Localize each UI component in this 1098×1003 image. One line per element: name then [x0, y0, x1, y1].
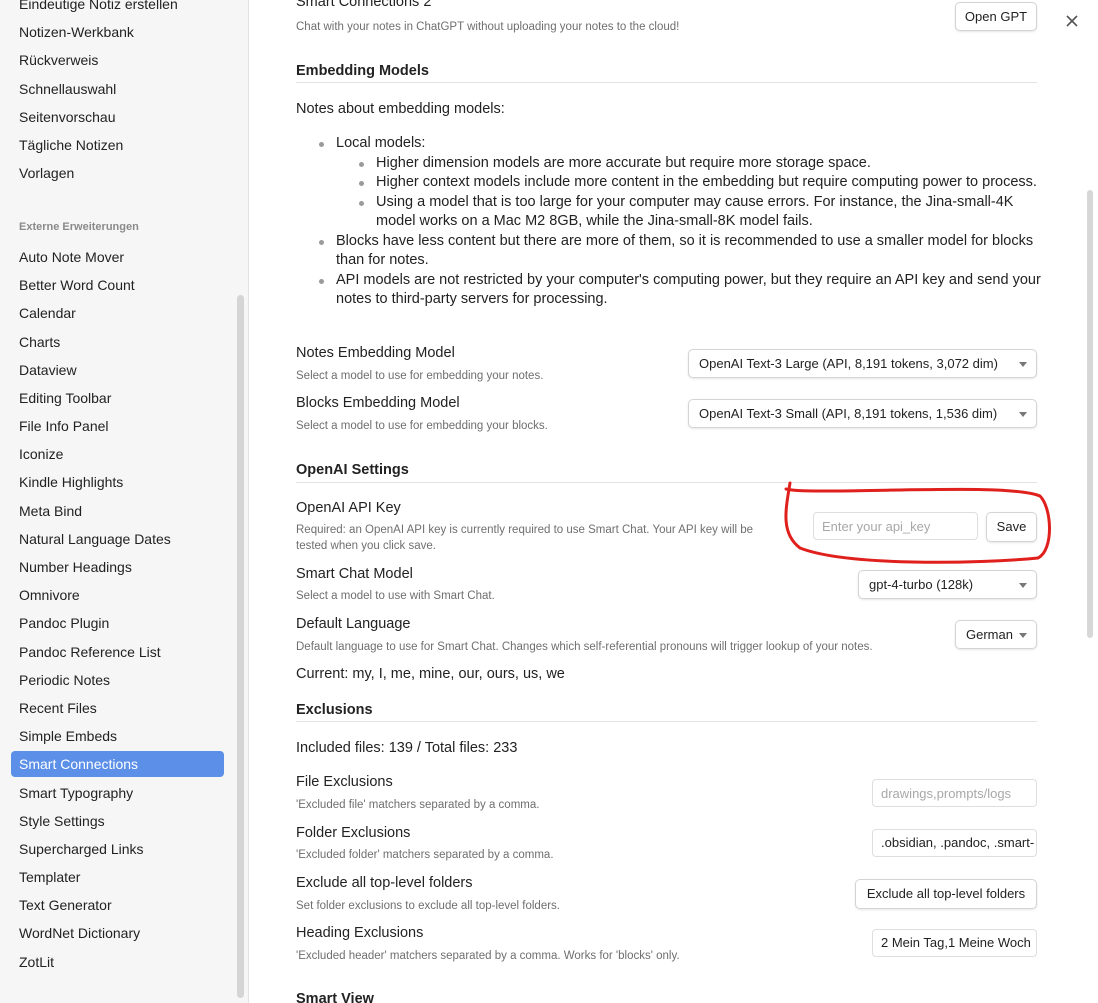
chevron-down-icon — [1019, 361, 1027, 367]
setting-desc-heading-exclusions: 'Excluded header' matchers separated by … — [296, 950, 680, 962]
embedding-notes-list: Local models: Higher dimension models ar… — [296, 134, 1041, 310]
list-item: Blocks have less content but there are m… — [296, 232, 1041, 271]
sidebar-item-periodic-notes[interactable]: Periodic Notes — [11, 667, 224, 693]
sidebar-item-simple-embeds[interactable]: Simple Embeds — [11, 723, 224, 749]
sidebar-item-taegliche-notizen[interactable]: Tägliche Notizen — [11, 132, 224, 158]
settings-sidebar: Eindeutige Notiz erstellen Notizen-Werkb… — [0, 0, 249, 1003]
folder-exclusions-input[interactable]: .obsidian, .pandoc, .smart- — [872, 829, 1037, 857]
chevron-down-icon — [1019, 632, 1027, 638]
divider — [296, 82, 1037, 83]
file-exclusions-input[interactable] — [872, 779, 1037, 807]
list-item: Local models: Higher dimension models ar… — [296, 134, 1041, 232]
sidebar-item-zotlit[interactable]: ZotLit — [11, 949, 224, 975]
heading-openai-settings: OpenAI Settings — [296, 462, 409, 478]
dropdown-value: German — [966, 627, 1013, 642]
red-annotation-circle — [784, 481, 1051, 564]
list-item-text: Higher dimension models are more accurat… — [376, 154, 871, 171]
sidebar-item-calendar[interactable]: Calendar — [11, 300, 224, 326]
current-pronouns-text: Current: my, I, me, mine, our, ours, us,… — [296, 666, 565, 682]
heading-exclusions: Exclusions — [296, 702, 373, 718]
setting-desc-blocks-embedding-model: Select a model to use for embedding your… — [296, 420, 548, 432]
list-item-text: API models are not restricted by your co… — [336, 271, 1041, 308]
setting-desc-default-language: Default language to use for Smart Chat. … — [296, 641, 873, 653]
list-item: API models are not restricted by your co… — [296, 271, 1041, 310]
list-item: Higher context models include more conte… — [336, 173, 1041, 193]
list-item-text: Blocks have less content but there are m… — [336, 232, 1034, 269]
setting-name-heading-exclusions: Heading Exclusions — [296, 925, 424, 941]
setting-name-blocks-embedding-model: Blocks Embedding Model — [296, 395, 460, 411]
list-item-text: Using a model that is too large for your… — [376, 193, 1014, 230]
list-item-text: Local models: — [336, 135, 426, 151]
embedding-notes-intro: Notes about embedding models: — [296, 101, 505, 117]
included-files-count: Included files: 139 / Total files: 233 — [296, 740, 518, 756]
heading-embedding-models: Embedding Models — [296, 63, 429, 79]
sidebar-item-vorlagen[interactable]: Vorlagen — [11, 160, 224, 186]
sidebar-item-templater[interactable]: Templater — [11, 864, 224, 890]
chevron-down-icon — [1019, 411, 1027, 417]
dropdown-value: OpenAI Text-3 Large (API, 8,191 tokens, … — [699, 356, 998, 371]
divider — [296, 721, 1037, 722]
setting-desc-file-exclusions: 'Excluded file' matchers separated by a … — [296, 799, 540, 811]
sidebar-item-style-settings[interactable]: Style Settings — [11, 808, 224, 834]
setting-name-smart-chat-model: Smart Chat Model — [296, 566, 413, 582]
sidebar-item-iconize[interactable]: Iconize — [11, 441, 224, 467]
smart-chat-model-dropdown[interactable]: gpt-4-turbo (128k) — [858, 570, 1037, 599]
blocks-embedding-model-dropdown[interactable]: OpenAI Text-3 Small (API, 8,191 tokens, … — [688, 399, 1037, 428]
sidebar-item-supercharged-links[interactable]: Supercharged Links — [11, 836, 224, 862]
chevron-down-icon — [1019, 582, 1027, 588]
sidebar-item-pandoc-plugin[interactable]: Pandoc Plugin — [11, 610, 224, 636]
sidebar-item-dataview[interactable]: Dataview — [11, 357, 224, 383]
default-language-dropdown[interactable]: German — [955, 620, 1037, 649]
sidebar-item-eindeutige-notiz[interactable]: Eindeutige Notiz erstellen — [11, 0, 224, 17]
setting-desc-folder-exclusions: 'Excluded folder' matchers separated by … — [296, 849, 554, 861]
sidebar-item-number-headings[interactable]: Number Headings — [11, 554, 224, 580]
sidebar-item-editing-toolbar[interactable]: Editing Toolbar — [11, 385, 224, 411]
content-scrollbar[interactable] — [1087, 190, 1093, 638]
sidebar-item-smart-typography[interactable]: Smart Typography — [11, 780, 224, 806]
setting-desc-smart-chat-model: Select a model to use with Smart Chat. — [296, 590, 495, 602]
sidebar-item-kindle-highlights[interactable]: Kindle Highlights — [11, 469, 224, 495]
sidebar-item-meta-bind[interactable]: Meta Bind — [11, 498, 224, 524]
list-item: Using a model that is too large for your… — [336, 193, 1041, 232]
list-item-text: Higher context models include more conte… — [376, 174, 1037, 190]
open-gpt-button[interactable]: Open GPT — [955, 2, 1037, 31]
setting-name-default-language: Default Language — [296, 616, 411, 632]
sidebar-item-auto-note-mover[interactable]: Auto Note Mover — [11, 244, 224, 270]
sidebar-item-better-word-count[interactable]: Better Word Count — [11, 272, 224, 298]
heading-smart-view: Smart View — [296, 991, 374, 1003]
sidebar-group-title: Externe Erweiterungen — [19, 221, 139, 233]
sidebar-item-wordnet-dictionary[interactable]: WordNet Dictionary — [11, 920, 224, 946]
setting-desc-exclude-top-level: Set folder exclusions to exclude all top… — [296, 900, 561, 912]
sidebar-item-file-info-panel[interactable]: File Info Panel — [11, 413, 224, 439]
sidebar-item-smart-connections[interactable]: Smart Connections — [11, 751, 224, 777]
sidebar-item-natural-language-dates[interactable]: Natural Language Dates — [11, 526, 224, 552]
setting-name-notes-embedding-model: Notes Embedding Model — [296, 345, 455, 361]
sidebar-scrollbar[interactable] — [237, 295, 244, 998]
notes-embedding-model-dropdown[interactable]: OpenAI Text-3 Large (API, 8,191 tokens, … — [688, 349, 1037, 378]
sidebar-item-rueckverweis[interactable]: Rückverweis — [11, 47, 224, 73]
setting-name-exclude-top-level: Exclude all top-level folders — [296, 875, 473, 891]
setting-desc-openai-api-key: Required: an OpenAI API key is currently… — [296, 524, 754, 552]
sidebar-item-seitenvorschau[interactable]: Seitenvorschau — [11, 104, 224, 130]
sidebar-item-recent-files[interactable]: Recent Files — [11, 695, 224, 721]
setting-name-folder-exclusions: Folder Exclusions — [296, 825, 411, 841]
sidebar-item-schnellauswahl[interactable]: Schnellauswahl — [11, 76, 224, 102]
list-item: Higher dimension models are more accurat… — [336, 154, 1041, 174]
dropdown-value: gpt-4-turbo (128k) — [869, 577, 974, 592]
setting-desc-notes-embedding-model: Select a model to use for embedding your… — [296, 370, 544, 382]
sidebar-item-charts[interactable]: Charts — [11, 329, 224, 355]
dropdown-value: OpenAI Text-3 Small (API, 8,191 tokens, … — [699, 406, 998, 421]
sidebar-item-omnivore[interactable]: Omnivore — [11, 582, 224, 608]
sidebar-item-pandoc-reference-list[interactable]: Pandoc Reference List — [11, 639, 224, 665]
sidebar-item-notizen-werkbank[interactable]: Notizen-Werkbank — [11, 19, 224, 45]
setting-name-smart-connections-2: Smart Connections 2 — [296, 0, 432, 10]
close-icon[interactable] — [1063, 12, 1081, 30]
setting-name-file-exclusions: File Exclusions — [296, 774, 393, 790]
setting-desc-smart-connections-2: Chat with your notes in ChatGPT without … — [296, 21, 680, 33]
heading-exclusions-input[interactable]: 2 Mein Tag,1 Meine Woch — [872, 929, 1037, 957]
setting-name-openai-api-key: OpenAI API Key — [296, 500, 401, 516]
exclude-top-level-folders-button[interactable]: Exclude all top-level folders — [855, 879, 1037, 909]
sidebar-item-text-generator[interactable]: Text Generator — [11, 892, 224, 918]
